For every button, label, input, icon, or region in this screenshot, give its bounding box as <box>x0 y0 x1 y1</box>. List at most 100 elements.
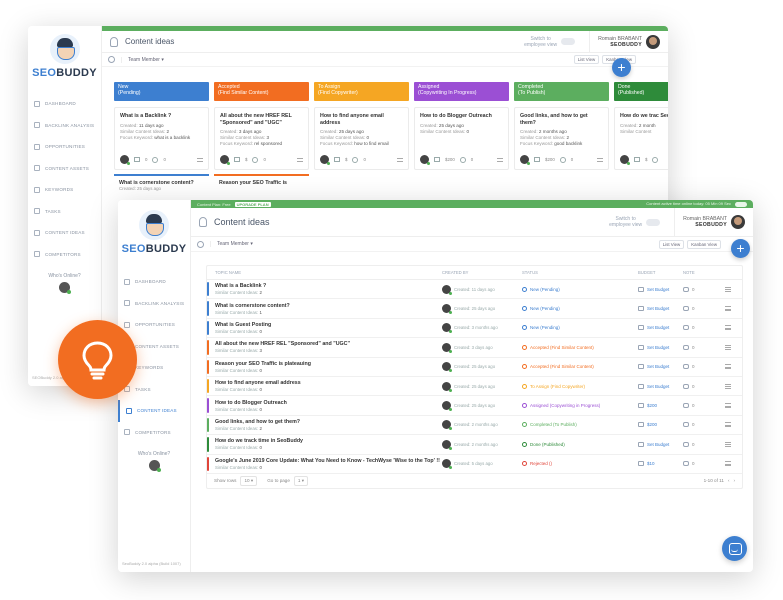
user-menu[interactable]: Romain BRABANT SEOBUDDY <box>589 31 660 52</box>
drag-handle-icon[interactable] <box>297 157 303 162</box>
topic-title[interactable]: How do we track time in SeoBuddy <box>215 438 442 444</box>
budget-cell[interactable]: $200 <box>638 422 683 428</box>
col-status[interactable]: STATUS <box>522 270 638 275</box>
status-cell[interactable]: New (Pending) <box>522 306 638 312</box>
timer-toggle[interactable] <box>735 201 747 207</box>
status-cell[interactable]: Rejected () <box>522 461 638 467</box>
comment-icon[interactable] <box>683 422 689 428</box>
gear-icon[interactable] <box>197 240 204 248</box>
row-menu-icon[interactable] <box>724 461 731 467</box>
row-menu-icon[interactable] <box>724 422 731 428</box>
note-cell[interactable]: 0 <box>683 364 713 370</box>
row-menu-icon[interactable] <box>724 325 731 331</box>
note-cell[interactable]: 0 <box>683 306 713 312</box>
budget-cell[interactable]: Set Budget <box>638 364 683 370</box>
online-user-avatar[interactable] <box>148 460 161 472</box>
list-view-button[interactable]: List View <box>573 55 600 64</box>
budget-value[interactable]: $200 <box>647 422 657 427</box>
idea-card[interactable]: How do we trac SeoBuddy Created: 2 month… <box>614 107 668 170</box>
table-row[interactable]: What is Guest Posting Similar Content Id… <box>207 319 742 339</box>
budget-cell[interactable]: Set Budget <box>638 306 683 312</box>
col-created-by[interactable]: CREATED BY <box>442 270 522 275</box>
budget-value[interactable]: Set Budget <box>647 345 669 350</box>
employee-view-switch[interactable]: Switch to employee view <box>609 216 661 228</box>
note-cell[interactable]: 0 <box>683 422 713 428</box>
avatar[interactable] <box>646 34 660 49</box>
sidebar-item-content-ideas[interactable]: CONTENT IDEAS <box>28 222 101 244</box>
note-cell[interactable]: 0 <box>683 344 713 350</box>
comment-icon[interactable] <box>683 364 689 370</box>
next-page-icon[interactable]: › <box>733 478 735 483</box>
rows-per-page-select[interactable]: 10 ▾ <box>240 475 258 486</box>
budget-cell[interactable]: Set Budget <box>638 286 683 292</box>
prev-page-icon[interactable]: ‹ <box>728 478 730 483</box>
add-idea-button[interactable]: + <box>612 58 631 77</box>
folder-icon[interactable] <box>134 157 140 162</box>
budget-cell[interactable]: $10 <box>638 461 683 467</box>
note-cell[interactable]: 0 <box>683 461 713 467</box>
comment-icon[interactable] <box>683 306 689 312</box>
table-row[interactable]: Good links, and how to get them? Similar… <box>207 416 742 436</box>
row-menu-icon[interactable] <box>724 306 731 312</box>
table-row[interactable]: Reason your SEO Traffic is plateauing Si… <box>207 358 742 377</box>
sidebar-item-opportunities[interactable]: OPPORTUNITIES <box>118 314 190 336</box>
budget-value[interactable]: $10 <box>647 461 655 466</box>
folder-icon[interactable] <box>234 157 240 162</box>
status-cell[interactable]: Accepted (Find Similar Content) <box>522 364 638 370</box>
folder-icon[interactable] <box>434 157 440 162</box>
folder-icon[interactable] <box>534 157 540 162</box>
comment-icon[interactable] <box>559 156 566 163</box>
employee-view-switch[interactable]: Switch to employee view <box>524 36 576 48</box>
drag-handle-icon[interactable] <box>397 157 403 162</box>
status-cell[interactable]: Completed (To Publish) <box>522 422 638 428</box>
status-cell[interactable]: To Assign (Find Copywriter) <box>522 383 638 389</box>
row-menu-icon[interactable] <box>724 286 731 292</box>
comment-icon[interactable] <box>683 383 689 389</box>
folder-icon[interactable] <box>334 157 340 162</box>
table-row[interactable]: Google's June 2019 Core Update: What You… <box>207 455 742 474</box>
gear-icon[interactable] <box>108 56 115 63</box>
col-note[interactable]: NOTE <box>683 270 713 275</box>
sidebar-item-competitors[interactable]: COMPETITORS <box>28 244 101 266</box>
budget-value[interactable]: Set Budget <box>647 384 669 389</box>
online-user-avatar[interactable] <box>59 282 71 294</box>
sidebar-item-backlink-analysis[interactable]: BACKLINK ANALYSIS <box>118 293 190 315</box>
toggle[interactable] <box>561 38 576 45</box>
comment-icon[interactable] <box>152 156 159 163</box>
comment-icon[interactable] <box>683 286 689 292</box>
sidebar-item-backlink-analysis[interactable]: BACKLINK ANALYSIS <box>28 115 101 137</box>
status-cell[interactable]: New (Pending) <box>522 286 638 292</box>
idea-card[interactable]: Good links, and how to get them? Created… <box>514 107 609 170</box>
budget-value[interactable]: Set Budget <box>647 287 669 292</box>
sidebar-item-dashboard[interactable]: DASHBOARD <box>118 271 190 293</box>
row-menu-icon[interactable] <box>724 344 731 350</box>
status-cell[interactable]: Assigned (Copywriting in Progress) <box>522 403 638 409</box>
idea-card[interactable]: Reason your SEO Traffic is <box>214 174 309 194</box>
page-select[interactable]: 1 ▾ <box>293 475 309 486</box>
table-row[interactable]: What is a Backlink ? Similar Content Ide… <box>207 280 742 300</box>
note-cell[interactable]: 0 <box>683 403 713 409</box>
topic-title[interactable]: Google's June 2019 Core Update: What You… <box>215 458 442 464</box>
sidebar-item-competitors[interactable]: COMPETITORS <box>118 422 190 444</box>
drag-handle-icon[interactable] <box>197 157 203 162</box>
drag-handle-icon[interactable] <box>497 157 503 162</box>
sidebar-item-opportunities[interactable]: OPPORTUNITIES <box>28 136 101 158</box>
comment-icon[interactable] <box>459 156 466 163</box>
comment-icon[interactable] <box>683 461 689 467</box>
note-cell[interactable]: 0 <box>683 286 713 292</box>
folder-icon[interactable] <box>634 157 640 162</box>
status-cell[interactable]: New (Pending) <box>522 325 638 331</box>
budget-cell[interactable]: $200 <box>638 403 683 409</box>
budget-value[interactable]: Set Budget <box>647 325 669 330</box>
topic-title[interactable]: What is Guest Posting <box>215 322 442 328</box>
kanban-view-button[interactable]: Kanban View <box>687 239 721 249</box>
topic-title[interactable]: What is cornerstone content? <box>215 303 442 309</box>
chat-icon[interactable] <box>722 536 747 561</box>
sidebar-item-content-assets[interactable]: CONTENT ASSETS <box>28 158 101 180</box>
budget-value[interactable]: Set Budget <box>647 442 669 447</box>
idea-card[interactable]: What is a Backlink ? Created: 11 days ag… <box>114 107 209 170</box>
note-cell[interactable]: 0 <box>683 441 713 447</box>
sidebar-item-content-ideas[interactable]: CONTENT IDEAS <box>118 400 190 422</box>
avatar[interactable] <box>731 215 745 229</box>
row-menu-icon[interactable] <box>724 441 731 447</box>
